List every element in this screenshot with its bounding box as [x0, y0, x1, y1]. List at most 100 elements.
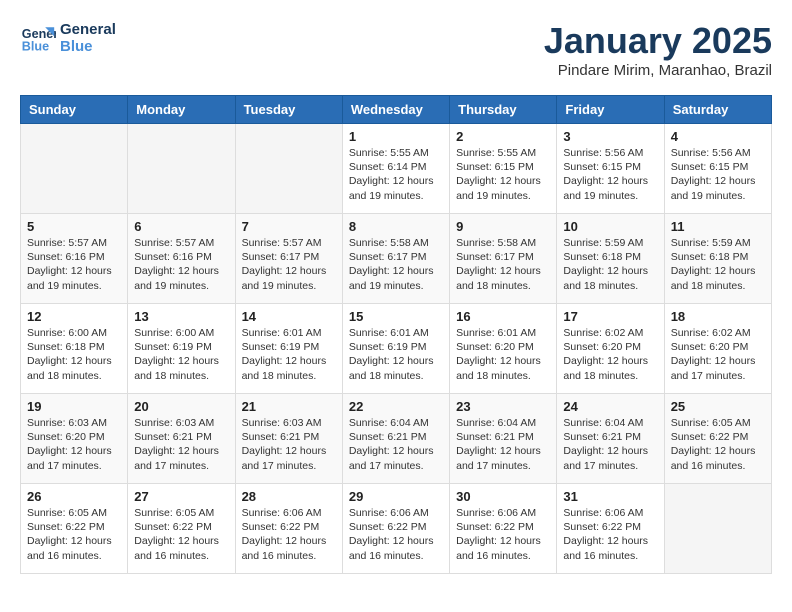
month-title: January 2025: [544, 20, 772, 62]
calendar-cell: 25 Sunrise: 6:05 AM Sunset: 6:22 PM Dayli…: [664, 394, 771, 484]
calendar-table: SundayMondayTuesdayWednesdayThursdayFrid…: [20, 95, 772, 574]
day-number: 19: [27, 399, 121, 414]
weekday-header-wednesday: Wednesday: [342, 96, 449, 124]
day-number: 23: [456, 399, 550, 414]
calendar-cell: 16Sunrise: 6:01 AM Sunset: 6:20 PM Dayli…: [450, 304, 557, 394]
logo: General Blue General Blue: [20, 20, 116, 56]
cell-info: Sunrise: 5:55 AM Sunset: 6:14 PM Dayligh…: [349, 146, 443, 203]
calendar-cell: 31Sunrise: 6:06 AM Sunset: 6:22 PM Dayli…: [557, 484, 664, 574]
calendar-body: 1 Sunrise: 5:55 AM Sunset: 6:14 PM Daylig…: [21, 124, 772, 574]
calendar-cell: [21, 124, 128, 214]
cell-info: Sunrise: 6:04 AM Sunset: 6:21 PM Dayligh…: [349, 416, 443, 473]
day-number: 11: [671, 219, 765, 234]
cell-info: Sunrise: 6:04 AM Sunset: 6:21 PM Dayligh…: [456, 416, 550, 473]
day-number: 17: [563, 309, 657, 324]
day-number: 5: [27, 219, 121, 234]
cell-info: Sunrise: 5:58 AM Sunset: 6:17 PM Dayligh…: [349, 236, 443, 293]
calendar-cell: 10 Sunrise: 5:59 AM Sunset: 6:18 PM Dayli…: [557, 214, 664, 304]
calendar-cell: 22 Sunrise: 6:04 AM Sunset: 6:21 PM Dayli…: [342, 394, 449, 484]
cell-info: Sunrise: 5:57 AM Sunset: 6:16 PM Dayligh…: [134, 236, 228, 293]
cell-info: Sunrise: 6:05 AM Sunset: 6:22 PM Dayligh…: [27, 506, 121, 563]
calendar-cell: 24 Sunrise: 6:04 AM Sunset: 6:21 PM Dayli…: [557, 394, 664, 484]
day-number: 21: [242, 399, 336, 414]
calendar-cell: [128, 124, 235, 214]
calendar-cell: 20 Sunrise: 6:03 AM Sunset: 6:21 PM Dayli…: [128, 394, 235, 484]
day-number: 13: [134, 309, 228, 324]
day-number: 28: [242, 489, 336, 504]
title-block: January 2025 Pindare Mirim, Maranhao, Br…: [544, 20, 772, 79]
day-number: 18: [671, 309, 765, 324]
cell-info: Sunrise: 6:05 AM Sunset: 6:22 PM Dayligh…: [671, 416, 765, 473]
calendar-week-row: 26 Sunrise: 6:05 AM Sunset: 6:22 PM Dayli…: [21, 484, 772, 574]
day-number: 29: [349, 489, 443, 504]
cell-info: Sunrise: 6:06 AM Sunset: 6:22 PM Dayligh…: [456, 506, 550, 563]
calendar-week-row: 19Sunrise: 6:03 AM Sunset: 6:20 PM Dayli…: [21, 394, 772, 484]
calendar-cell: 29 Sunrise: 6:06 AM Sunset: 6:22 PM Dayli…: [342, 484, 449, 574]
cell-info: Sunrise: 5:59 AM Sunset: 6:18 PM Dayligh…: [671, 236, 765, 293]
cell-info: Sunrise: 5:58 AM Sunset: 6:17 PM Dayligh…: [456, 236, 550, 293]
calendar-cell: 9Sunrise: 5:58 AM Sunset: 6:17 PM Daylig…: [450, 214, 557, 304]
weekday-header-saturday: Saturday: [664, 96, 771, 124]
cell-info: Sunrise: 6:03 AM Sunset: 6:21 PM Dayligh…: [134, 416, 228, 473]
page-header: General Blue General Blue January 2025 P…: [20, 20, 772, 79]
cell-info: Sunrise: 5:57 AM Sunset: 6:16 PM Dayligh…: [27, 236, 121, 293]
day-number: 7: [242, 219, 336, 234]
weekday-header-thursday: Thursday: [450, 96, 557, 124]
calendar-cell: 1 Sunrise: 5:55 AM Sunset: 6:14 PM Daylig…: [342, 124, 449, 214]
day-number: 1: [349, 129, 443, 144]
day-number: 4: [671, 129, 765, 144]
calendar-cell: [235, 124, 342, 214]
cell-info: Sunrise: 6:02 AM Sunset: 6:20 PM Dayligh…: [671, 326, 765, 383]
cell-info: Sunrise: 5:59 AM Sunset: 6:18 PM Dayligh…: [563, 236, 657, 293]
cell-info: Sunrise: 6:01 AM Sunset: 6:20 PM Dayligh…: [456, 326, 550, 383]
calendar-cell: 19Sunrise: 6:03 AM Sunset: 6:20 PM Dayli…: [21, 394, 128, 484]
day-number: 8: [349, 219, 443, 234]
day-number: 10: [563, 219, 657, 234]
calendar-cell: 5 Sunrise: 5:57 AM Sunset: 6:16 PM Daylig…: [21, 214, 128, 304]
calendar-cell: [664, 484, 771, 574]
day-number: 24: [563, 399, 657, 414]
day-number: 27: [134, 489, 228, 504]
calendar-cell: 12Sunrise: 6:00 AM Sunset: 6:18 PM Dayli…: [21, 304, 128, 394]
calendar-cell: 21 Sunrise: 6:03 AM Sunset: 6:21 PM Dayli…: [235, 394, 342, 484]
day-number: 15: [349, 309, 443, 324]
cell-info: Sunrise: 6:00 AM Sunset: 6:19 PM Dayligh…: [134, 326, 228, 383]
cell-info: Sunrise: 6:05 AM Sunset: 6:22 PM Dayligh…: [134, 506, 228, 563]
cell-info: Sunrise: 6:02 AM Sunset: 6:20 PM Dayligh…: [563, 326, 657, 383]
calendar-cell: 11 Sunrise: 5:59 AM Sunset: 6:18 PM Dayli…: [664, 214, 771, 304]
calendar-cell: 26 Sunrise: 6:05 AM Sunset: 6:22 PM Dayli…: [21, 484, 128, 574]
calendar-cell: 7Sunrise: 5:57 AM Sunset: 6:17 PM Daylig…: [235, 214, 342, 304]
logo-line2: Blue: [60, 38, 116, 55]
cell-info: Sunrise: 6:00 AM Sunset: 6:18 PM Dayligh…: [27, 326, 121, 383]
cell-info: Sunrise: 6:04 AM Sunset: 6:21 PM Dayligh…: [563, 416, 657, 473]
day-number: 30: [456, 489, 550, 504]
calendar-cell: 23 Sunrise: 6:04 AM Sunset: 6:21 PM Dayli…: [450, 394, 557, 484]
day-number: 26: [27, 489, 121, 504]
calendar-cell: 30 Sunrise: 6:06 AM Sunset: 6:22 PM Dayli…: [450, 484, 557, 574]
day-number: 20: [134, 399, 228, 414]
logo-line1: General: [60, 21, 116, 38]
cell-info: Sunrise: 5:55 AM Sunset: 6:15 PM Dayligh…: [456, 146, 550, 203]
cell-info: Sunrise: 5:56 AM Sunset: 6:15 PM Dayligh…: [563, 146, 657, 203]
cell-info: Sunrise: 6:06 AM Sunset: 6:22 PM Dayligh…: [242, 506, 336, 563]
calendar-cell: 15 Sunrise: 6:01 AM Sunset: 6:19 PM Dayli…: [342, 304, 449, 394]
calendar-header: SundayMondayTuesdayWednesdayThursdayFrid…: [21, 96, 772, 124]
cell-info: Sunrise: 6:06 AM Sunset: 6:22 PM Dayligh…: [349, 506, 443, 563]
day-number: 2: [456, 129, 550, 144]
cell-info: Sunrise: 6:01 AM Sunset: 6:19 PM Dayligh…: [349, 326, 443, 383]
weekday-header-row: SundayMondayTuesdayWednesdayThursdayFrid…: [21, 96, 772, 124]
cell-info: Sunrise: 6:01 AM Sunset: 6:19 PM Dayligh…: [242, 326, 336, 383]
weekday-header-monday: Monday: [128, 96, 235, 124]
day-number: 22: [349, 399, 443, 414]
calendar-week-row: 5 Sunrise: 5:57 AM Sunset: 6:16 PM Daylig…: [21, 214, 772, 304]
calendar-cell: 17 Sunrise: 6:02 AM Sunset: 6:20 PM Dayli…: [557, 304, 664, 394]
day-number: 25: [671, 399, 765, 414]
calendar-week-row: 1 Sunrise: 5:55 AM Sunset: 6:14 PM Daylig…: [21, 124, 772, 214]
weekday-header-tuesday: Tuesday: [235, 96, 342, 124]
calendar-cell: 3Sunrise: 5:56 AM Sunset: 6:15 PM Daylig…: [557, 124, 664, 214]
calendar-cell: 14 Sunrise: 6:01 AM Sunset: 6:19 PM Dayli…: [235, 304, 342, 394]
cell-info: Sunrise: 6:03 AM Sunset: 6:21 PM Dayligh…: [242, 416, 336, 473]
day-number: 14: [242, 309, 336, 324]
calendar-cell: 27 Sunrise: 6:05 AM Sunset: 6:22 PM Dayli…: [128, 484, 235, 574]
calendar-cell: 13 Sunrise: 6:00 AM Sunset: 6:19 PM Dayli…: [128, 304, 235, 394]
